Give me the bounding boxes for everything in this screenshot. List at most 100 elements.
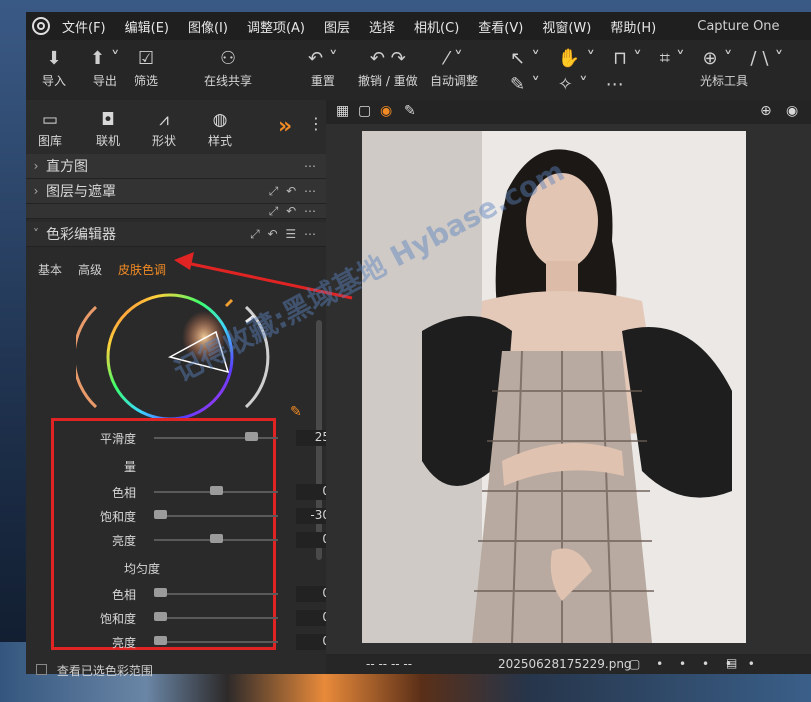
slider-track[interactable] bbox=[154, 510, 278, 519]
undo-redo-button[interactable]: ↶ ↷ 撤销 / 重做 bbox=[358, 46, 418, 89]
slider-amount-lightness[interactable]: 亮度 0 bbox=[56, 530, 334, 550]
slider-thumb[interactable] bbox=[154, 510, 168, 519]
image-viewer[interactable] bbox=[326, 124, 811, 654]
more-icon[interactable]: ⋯ bbox=[304, 159, 318, 173]
tool-tabs: ▭ 图库 ◘ 联机 ⩘ 形状 ◍ 样式 » ⋮ bbox=[26, 100, 326, 155]
slider-track[interactable] bbox=[154, 486, 278, 495]
menu-view[interactable]: 查看(V) bbox=[478, 17, 523, 36]
menu-bar: 文件(F) 编辑(E) 图像(I) 调整项(A) 图层 选择 相机(C) 查看(… bbox=[26, 12, 811, 40]
chevron-right-icon: › bbox=[33, 159, 39, 173]
range-handle[interactable] bbox=[245, 314, 255, 324]
metadata-placeholders: -- -- -- -- bbox=[366, 657, 413, 671]
slider-track[interactable] bbox=[154, 612, 278, 621]
subtab-skin-tone[interactable]: 皮肤色调 bbox=[118, 261, 166, 278]
menu-camera[interactable]: 相机(C) bbox=[414, 17, 459, 36]
slider-thumb[interactable] bbox=[154, 636, 168, 645]
slider-track[interactable] bbox=[154, 432, 278, 441]
subtab-basic[interactable]: 基本 bbox=[38, 261, 62, 278]
range-handle[interactable] bbox=[224, 298, 234, 308]
kebab-menu-icon[interactable]: ⋮ bbox=[308, 114, 324, 133]
share-people-icon: ⚇ bbox=[219, 48, 237, 69]
subtab-advanced[interactable]: 高级 bbox=[78, 261, 102, 278]
section-actions-icons[interactable]: ⤢ ↶ ⋯ bbox=[269, 184, 318, 199]
chevron-down-icon: ˅ bbox=[33, 227, 39, 241]
color-wheel[interactable] bbox=[76, 292, 276, 432]
section-actions-icons[interactable]: ⤢ ↶ ☰ ⋯ bbox=[250, 227, 318, 242]
skin-tone-panel: ✎ 平滑度 25 量 色相 0 饱和度 -30 亮度 0 bbox=[26, 280, 334, 678]
image-filename: 20250628175229.png bbox=[498, 657, 632, 671]
photo-preview[interactable] bbox=[362, 131, 746, 643]
menu-help[interactable]: 帮助(H) bbox=[610, 17, 656, 36]
slider-smoothness[interactable]: 平滑度 25 bbox=[56, 428, 334, 448]
slider-track[interactable] bbox=[154, 636, 278, 645]
slider-amount-hue[interactable]: 色相 0 bbox=[56, 482, 334, 502]
online-share-button[interactable]: ⚇ 在线共享 bbox=[204, 46, 252, 89]
slider-uniformity-hue[interactable]: 色相 0 bbox=[56, 584, 334, 604]
view-selected-range-checkbox[interactable]: 查看已选色彩范围 bbox=[36, 662, 153, 679]
eye-view-icon[interactable]: ◉ bbox=[380, 103, 392, 119]
amount-group-title: 量 bbox=[124, 460, 137, 474]
menu-layers[interactable]: 图层 bbox=[324, 17, 350, 36]
slider-thumb[interactable] bbox=[154, 612, 168, 621]
menu-file[interactable]: 文件(F) bbox=[62, 17, 106, 36]
grid-view-icon[interactable]: ▦ bbox=[336, 103, 349, 119]
hue-range-arc-right[interactable] bbox=[244, 305, 270, 409]
menu-image[interactable]: 图像(I) bbox=[188, 17, 228, 36]
auto-adjust-button[interactable]: ⁄ ˅ 自动调整 bbox=[430, 46, 478, 89]
filter-button[interactable]: ☑ 筛选 bbox=[134, 46, 158, 89]
cursor-tools-group[interactable]: ↖˅ ✋˅ ⊓˅ ⌗˅ ⊕˅ /\˅ ✎˅ ✧˅ ⋯ 光标工具 bbox=[510, 46, 806, 95]
info-panel-icon[interactable]: ▤ bbox=[726, 656, 737, 670]
rating-dots[interactable]: ▢ • • • • • bbox=[629, 657, 761, 671]
tab-tethered[interactable]: ◘ 联机 bbox=[96, 108, 120, 149]
slider-thumb[interactable] bbox=[210, 486, 223, 495]
viewer-info-bar: -- -- -- -- 20250628175229.png ▢ • • • •… bbox=[326, 654, 811, 674]
tab-styles[interactable]: ◍ 样式 bbox=[208, 108, 232, 149]
main-toolbar: ⬇ 导入 ⬆ ˅ 导出 ☑ 筛选 ⚇ 在线共享 ↶ ˅ 重置 ↶ ↷ 撤销 / … bbox=[26, 40, 811, 100]
single-view-icon[interactable]: ▢ bbox=[358, 103, 371, 119]
eye-icon[interactable]: ◉ bbox=[786, 103, 798, 119]
menu-adjustments[interactable]: 调整项(A) bbox=[247, 17, 305, 36]
reset-button[interactable]: ↶ ˅ 重置 bbox=[308, 46, 338, 89]
slider-uniformity-lightness[interactable]: 亮度 0 bbox=[56, 632, 334, 652]
reset-icon: ↶ ˅ bbox=[308, 48, 338, 69]
color-editor-subtabs: 基本 高级 皮肤色调 bbox=[26, 258, 326, 280]
tab-library[interactable]: ▭ 图库 bbox=[38, 108, 62, 149]
menu-window[interactable]: 视窗(W) bbox=[542, 17, 591, 36]
capture-one-window: 文件(F) 编辑(E) 图像(I) 调整项(A) 图层 选择 相机(C) 查看(… bbox=[26, 12, 811, 678]
export-button[interactable]: ⬆ ˅ 导出 bbox=[90, 46, 120, 89]
magic-wand-icon: ⁄ ˅ bbox=[445, 48, 463, 69]
styles-icon: ◍ bbox=[212, 110, 228, 130]
section-layers-masks[interactable]: › 图层与遮罩 ⤢ ↶ ⋯ bbox=[26, 179, 326, 204]
section-actions-icons[interactable]: ⤢ ↶ ⋯ bbox=[269, 204, 318, 219]
slider-thumb[interactable] bbox=[154, 588, 168, 597]
left-tool-panel: ▭ 图库 ◘ 联机 ⩘ 形状 ◍ 样式 » ⋮ › 直方图 ⋯ › 图层与遮罩 … bbox=[26, 100, 334, 678]
import-icon: ⬇ bbox=[46, 48, 62, 69]
section-collapsed-partial[interactable]: ⤢ ↶ ⋯ bbox=[26, 204, 326, 219]
folder-icon: ▭ bbox=[41, 110, 59, 130]
slider-amount-saturation[interactable]: 饱和度 -30 bbox=[56, 506, 334, 526]
slider-thumb[interactable] bbox=[210, 534, 223, 543]
undo-redo-icon: ↶ ↷ bbox=[369, 48, 406, 69]
brush-icon[interactable]: ✎ bbox=[404, 103, 416, 119]
camera-icon: ◘ bbox=[101, 110, 115, 130]
section-histogram[interactable]: › 直方图 ⋯ bbox=[26, 154, 326, 179]
slider-uniformity-saturation[interactable]: 饱和度 0 bbox=[56, 608, 334, 628]
menu-edit[interactable]: 编辑(E) bbox=[125, 17, 169, 36]
app-logo-icon[interactable] bbox=[32, 17, 50, 35]
menu-select[interactable]: 选择 bbox=[369, 17, 395, 36]
checkbox-icon[interactable] bbox=[36, 664, 47, 675]
tab-shape[interactable]: ⩘ 形状 bbox=[152, 108, 176, 149]
chevron-right-icon: › bbox=[33, 184, 39, 198]
more-tools-chevron-icon[interactable]: » bbox=[278, 114, 292, 139]
slider-track[interactable] bbox=[154, 588, 278, 597]
eyedropper-icon[interactable]: ✎ bbox=[290, 404, 302, 420]
export-icon: ⬆ ˅ bbox=[90, 48, 120, 69]
slider-thumb[interactable] bbox=[244, 432, 258, 441]
viewer-toolbar: ▦ ▢ ◉ ✎ ⊕ ◉ bbox=[326, 100, 811, 124]
section-color-editor[interactable]: ˅ 色彩编辑器 ⤢ ↶ ☰ ⋯ bbox=[26, 222, 326, 247]
skin-tone-selection bbox=[182, 311, 226, 363]
slider-track[interactable] bbox=[154, 534, 278, 543]
zoom-icon[interactable]: ⊕ bbox=[760, 103, 772, 119]
import-button[interactable]: ⬇ 导入 bbox=[42, 46, 66, 89]
hue-range-arc-left[interactable] bbox=[76, 305, 98, 409]
